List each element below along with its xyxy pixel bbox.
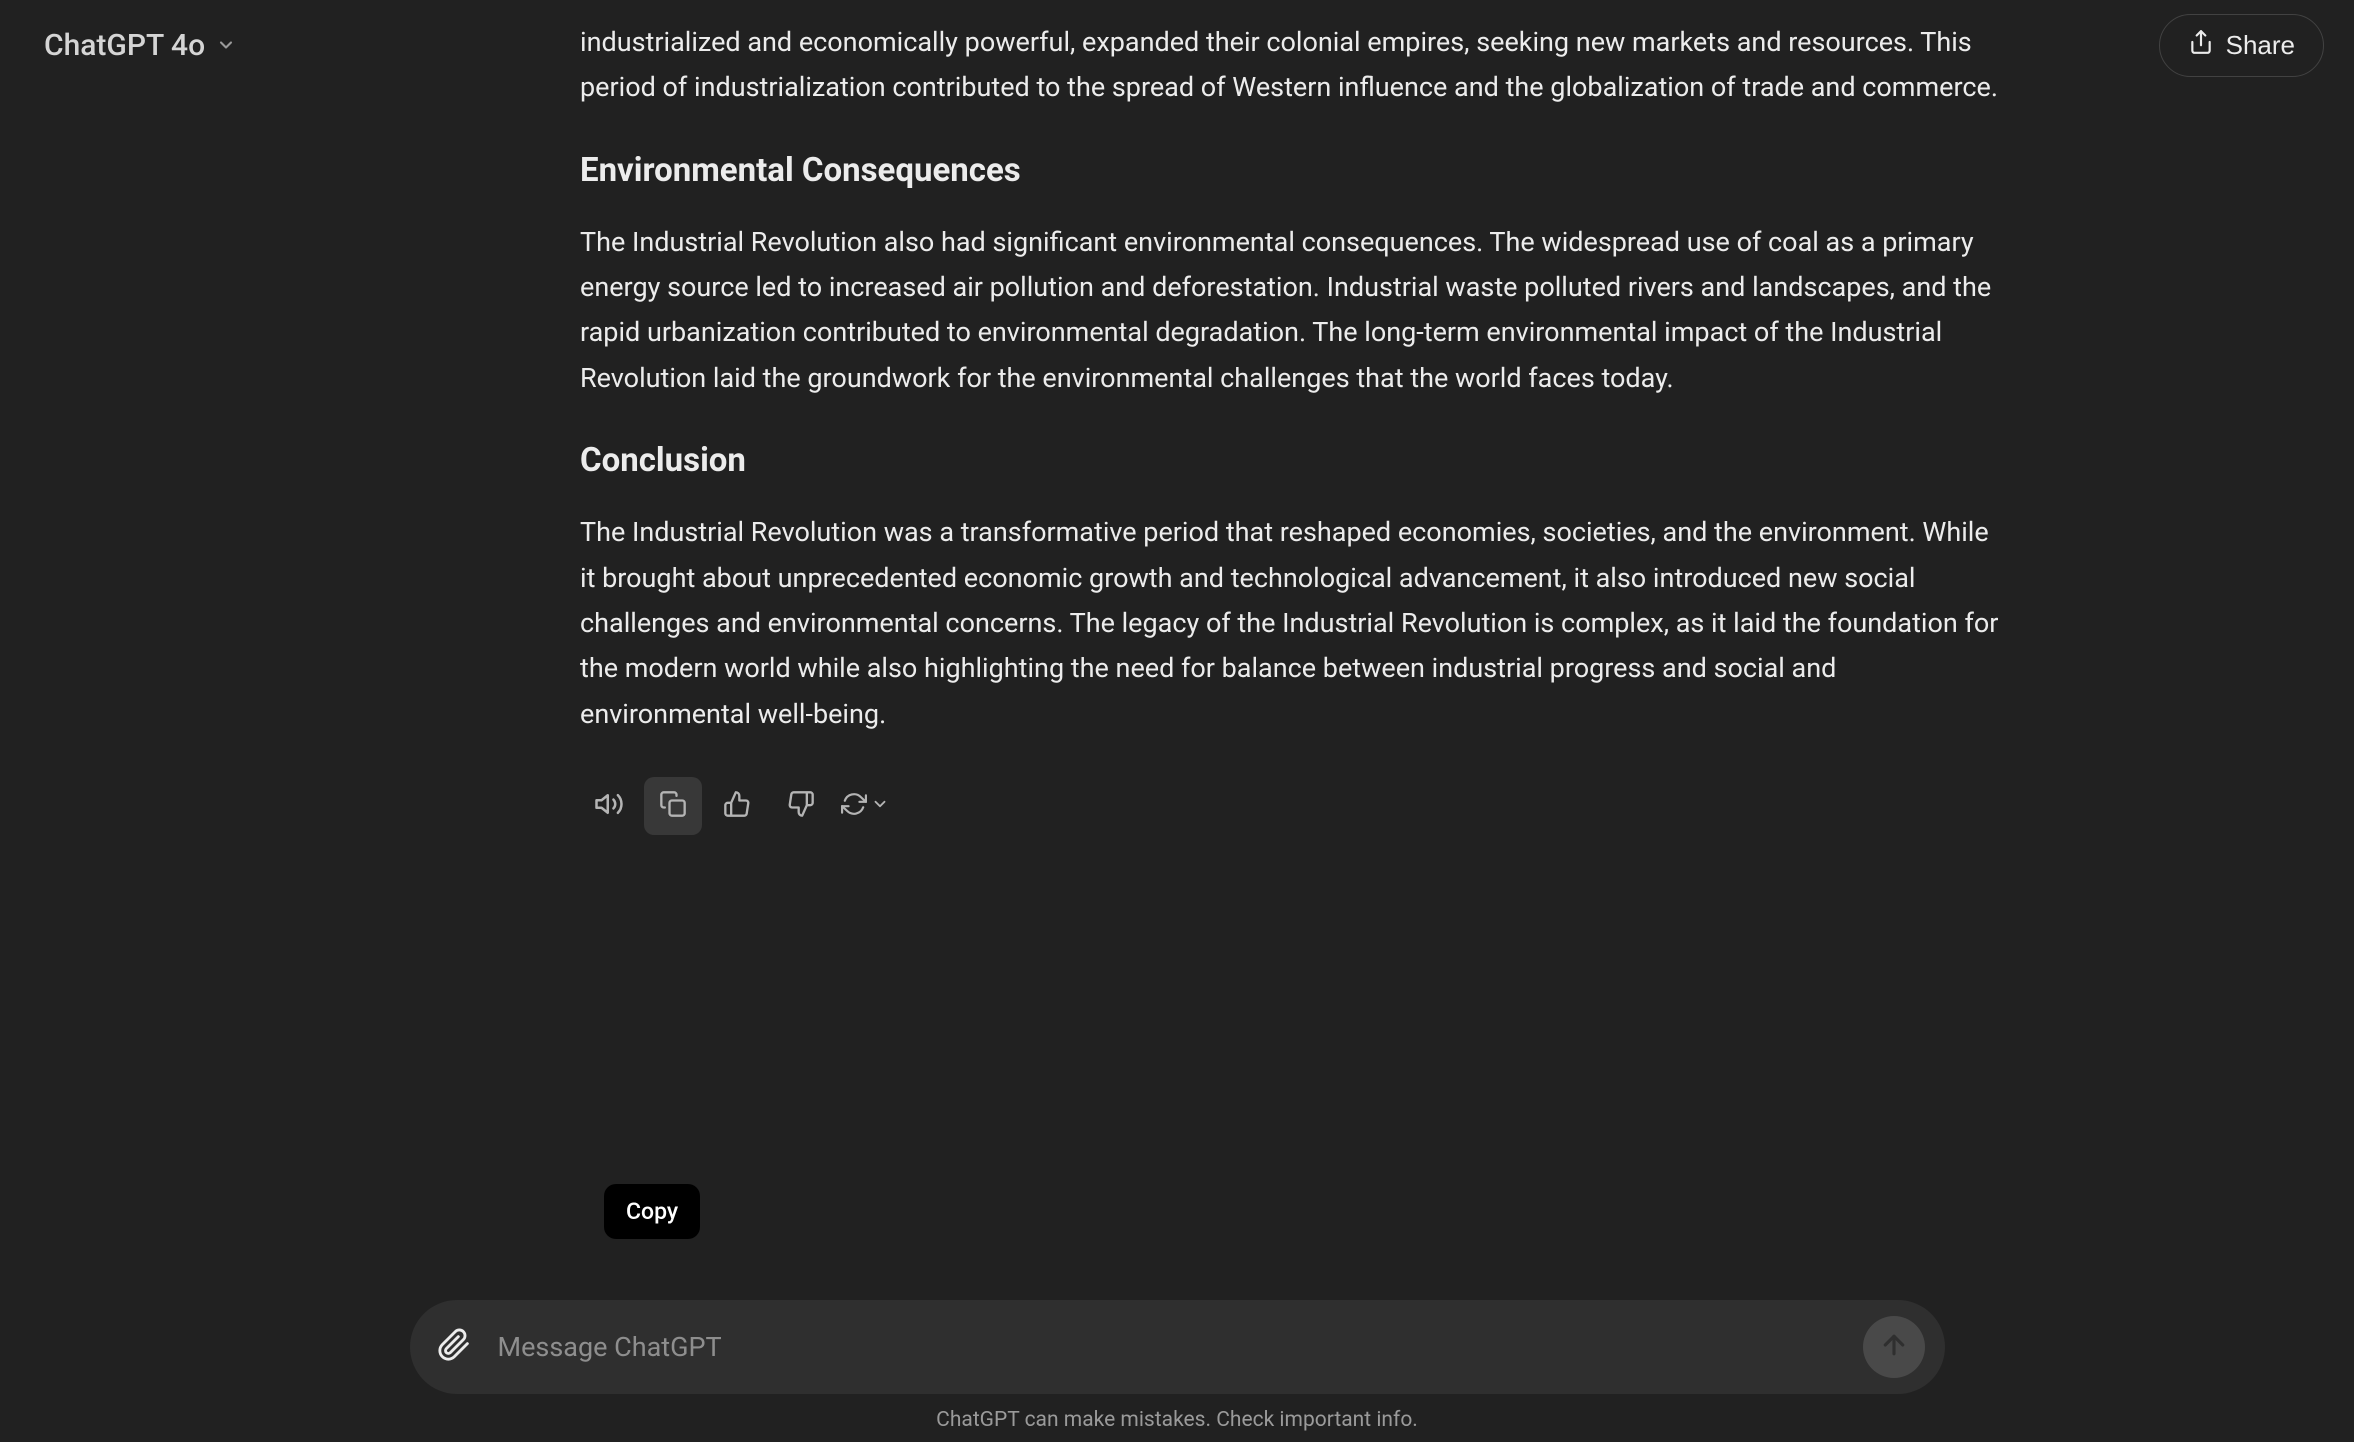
- read-aloud-button[interactable]: [580, 777, 638, 835]
- speaker-icon: [594, 789, 624, 823]
- paperclip-icon: [437, 1328, 471, 1366]
- input-container: [410, 1300, 1945, 1394]
- send-button[interactable]: [1863, 1316, 1925, 1378]
- message-input[interactable]: [498, 1331, 1843, 1363]
- thumbs-down-button[interactable]: [772, 777, 830, 835]
- section-heading-conclusion: Conclusion: [580, 441, 2005, 480]
- thumbs-down-icon: [787, 790, 815, 822]
- assistant-message: industrialized and economically powerful…: [580, 20, 2005, 835]
- content-area: industrialized and economically powerful…: [0, 0, 2354, 1442]
- regenerate-button[interactable]: [836, 777, 894, 835]
- input-area: ChatGPT can make mistakes. Check importa…: [0, 1300, 2354, 1442]
- section-body-conclusion: The Industrial Revolution was a transfor…: [580, 510, 2005, 737]
- copy-tooltip: Copy: [604, 1184, 700, 1239]
- section-heading-environmental: Environmental Consequences: [580, 151, 2005, 190]
- partial-paragraph: industrialized and economically powerful…: [580, 20, 2005, 111]
- attach-button[interactable]: [430, 1323, 478, 1371]
- thumbs-up-icon: [723, 790, 751, 822]
- thumbs-up-button[interactable]: [708, 777, 766, 835]
- copy-button[interactable]: [644, 777, 702, 835]
- message-action-bar: [580, 777, 2005, 835]
- disclaimer-text: ChatGPT can make mistakes. Check importa…: [936, 1408, 1418, 1432]
- refresh-icon: [841, 791, 867, 821]
- section-body-environmental: The Industrial Revolution also had signi…: [580, 220, 2005, 401]
- arrow-up-icon: [1879, 1330, 1909, 1364]
- chevron-down-icon: [871, 795, 889, 817]
- copy-icon: [659, 790, 687, 822]
